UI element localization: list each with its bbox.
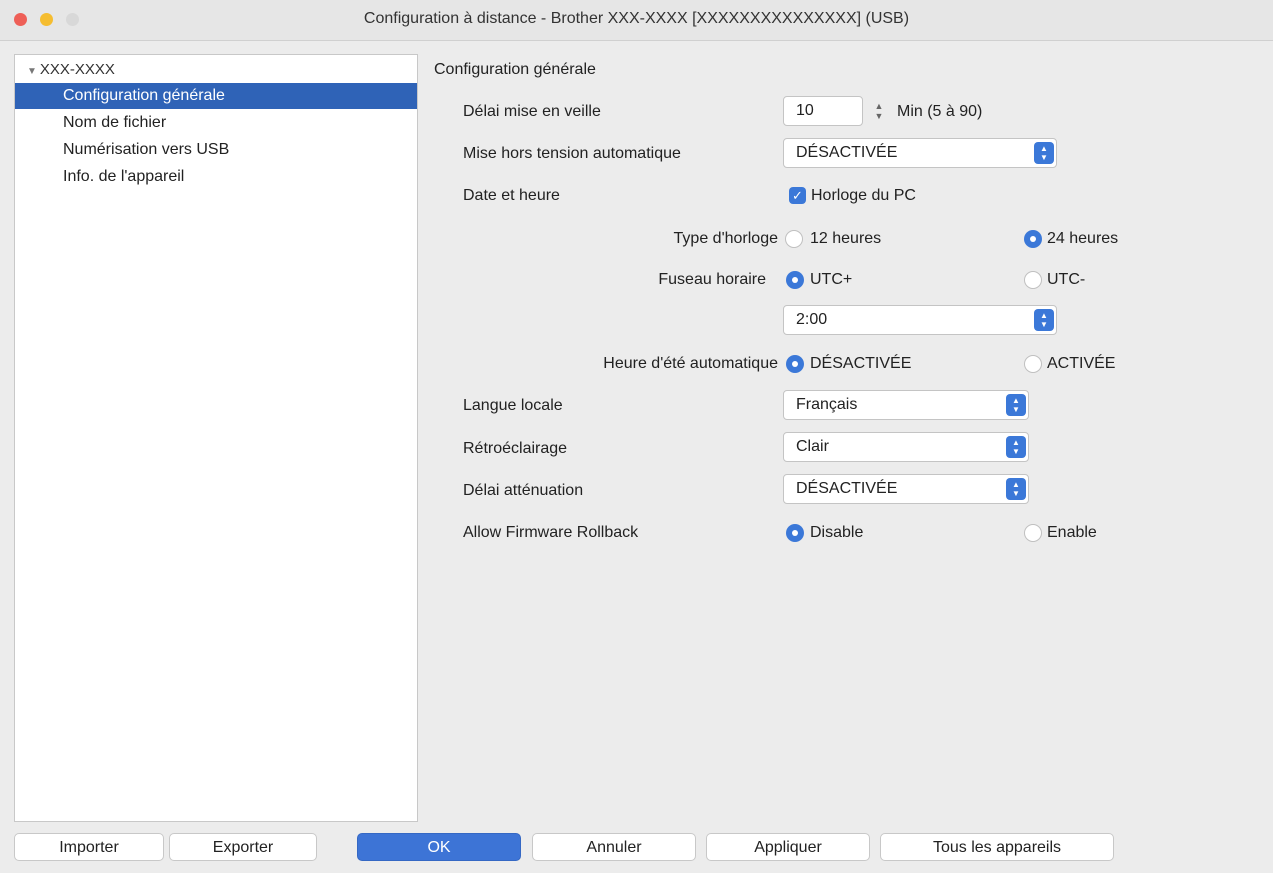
time-zone-offset-select[interactable]: 2:00 ▲ ▼: [783, 305, 1057, 335]
pc-clock-checkbox[interactable]: ✓: [789, 187, 806, 204]
all-devices-button[interactable]: Tous les appareils: [880, 833, 1114, 861]
dst-off-radio[interactable]: [786, 355, 804, 373]
dst-off-label: DÉSACTIVÉE: [810, 355, 912, 372]
utc-minus-label: UTC-: [1047, 271, 1086, 288]
sleep-time-label: Délai mise en veille: [463, 103, 601, 120]
sidebar-item-general-setup[interactable]: Configuration générale: [15, 83, 417, 109]
rollback-disable-label: Disable: [810, 524, 864, 541]
import-button[interactable]: Importer: [14, 833, 164, 861]
dst-on-label: ACTIVÉE: [1047, 355, 1116, 372]
sleep-time-input[interactable]: 10: [783, 96, 863, 126]
rollback-enable-radio[interactable]: [1024, 524, 1042, 542]
dim-timer-value: DÉSACTIVÉE: [796, 480, 898, 497]
sidebar-item-device-info[interactable]: Info. de l'appareil: [15, 164, 417, 190]
time-zone-label: Fuseau horaire: [658, 271, 766, 288]
backlight-select[interactable]: Clair ▲ ▼: [783, 432, 1029, 462]
sidebar-tree: ▼ XXX-XXXX Configuration générale Nom de …: [14, 54, 418, 822]
dim-timer-label: Délai atténuation: [463, 482, 584, 499]
clock-12h-label: 12 heures: [810, 230, 882, 247]
clock-24h-label: 24 heures: [1047, 230, 1119, 247]
pc-clock-label: Horloge du PC: [811, 187, 916, 204]
backlight-label: Rétroéclairage: [463, 440, 568, 457]
backlight-value: Clair: [796, 438, 829, 455]
date-time-label: Date et heure: [463, 187, 560, 204]
ok-button[interactable]: OK: [357, 833, 521, 861]
tree-root[interactable]: ▼ XXX-XXXX: [27, 61, 115, 78]
sidebar-item-scan-to-usb[interactable]: Numérisation vers USB: [15, 137, 417, 163]
apply-button[interactable]: Appliquer: [706, 833, 870, 861]
select-arrows-icon: ▲ ▼: [1006, 478, 1026, 500]
select-arrows-icon: ▲ ▼: [1006, 394, 1026, 416]
sleep-time-unit: Min (5 à 90): [897, 103, 983, 120]
dim-timer-select[interactable]: DÉSACTIVÉE ▲ ▼: [783, 474, 1029, 504]
section-title: Configuration générale: [434, 61, 596, 78]
dst-on-radio[interactable]: [1024, 355, 1042, 373]
utc-minus-radio[interactable]: [1024, 271, 1042, 289]
auto-power-off-label: Mise hors tension automatique: [463, 145, 681, 162]
select-arrows-icon: ▲ ▼: [1034, 142, 1054, 164]
select-arrows-icon: ▲ ▼: [1006, 436, 1026, 458]
select-arrows-icon: ▲ ▼: [1034, 309, 1054, 331]
clock-12h-radio[interactable]: [785, 230, 803, 248]
auto-power-off-select[interactable]: DÉSACTIVÉE ▲ ▼: [783, 138, 1057, 168]
time-zone-offset-value: 2:00: [796, 311, 828, 328]
utc-plus-radio[interactable]: [786, 271, 804, 289]
window-title: Configuration à distance - Brother XXX-X…: [363, 10, 910, 27]
title-bar: Configuration à distance - Brother XXX-X…: [0, 0, 1273, 41]
cancel-button[interactable]: Annuler: [532, 833, 696, 861]
checkmark-icon: ✓: [792, 188, 803, 203]
rollback-disable-radio[interactable]: [786, 524, 804, 542]
stepper-down-icon[interactable]: ▼: [875, 111, 884, 121]
language-select[interactable]: Français ▲ ▼: [783, 390, 1029, 420]
export-button[interactable]: Exporter: [169, 833, 317, 861]
language-label: Langue locale: [463, 397, 563, 414]
clock-24h-radio[interactable]: [1024, 230, 1042, 248]
auto-power-off-value: DÉSACTIVÉE: [796, 144, 898, 161]
tree-root-label: XXX-XXXX: [39, 61, 115, 78]
clock-type-label: Type d'horloge: [673, 230, 778, 247]
firmware-rollback-label: Allow Firmware Rollback: [463, 524, 639, 541]
sidebar-item-file-name[interactable]: Nom de fichier: [15, 110, 417, 136]
sleep-time-stepper[interactable]: ▲ ▼: [872, 97, 886, 125]
language-value: Français: [796, 396, 858, 413]
stepper-up-icon[interactable]: ▲: [875, 101, 884, 111]
utc-plus-label: UTC+: [810, 271, 853, 288]
dst-label: Heure d'été automatique: [603, 355, 778, 372]
rollback-enable-label: Enable: [1047, 524, 1097, 541]
disclosure-triangle-icon[interactable]: ▼: [27, 66, 37, 77]
